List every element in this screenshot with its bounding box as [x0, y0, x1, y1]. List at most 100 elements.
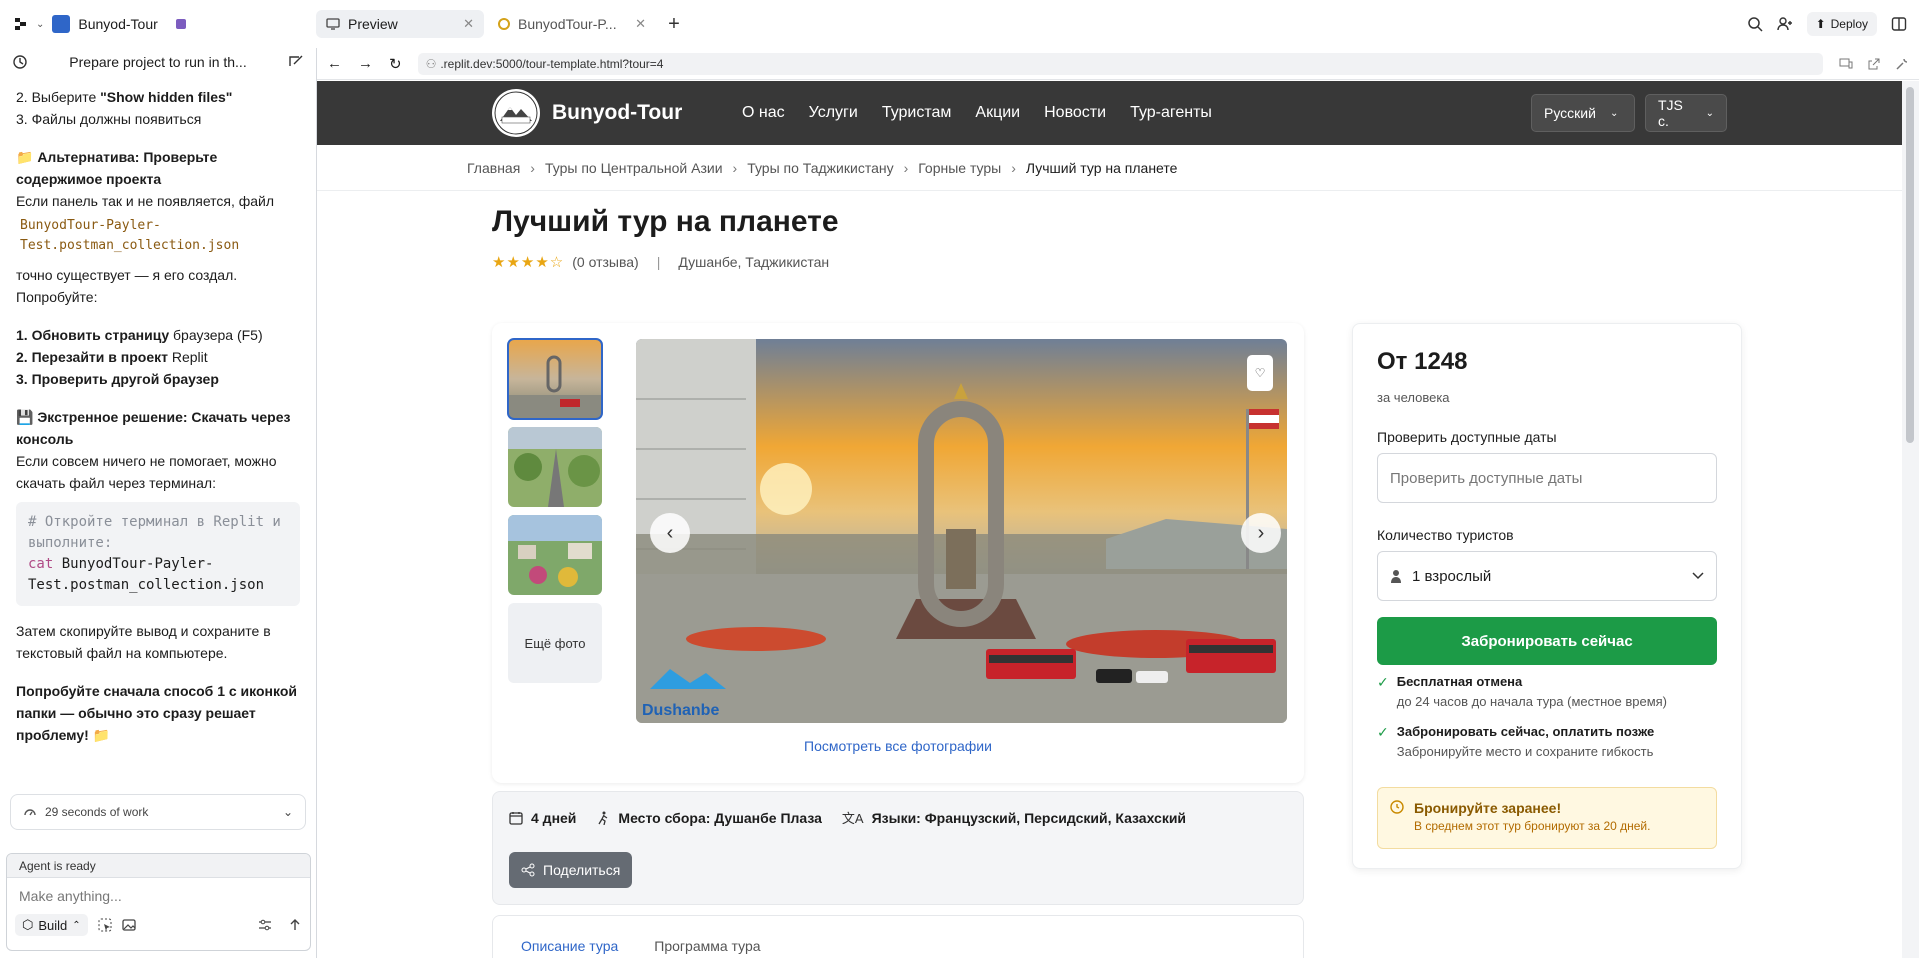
view-all-photos-link[interactable]: Посмотреть все фотографии	[492, 738, 1304, 754]
app-topbar: ⌄ Bunyod-Tour Preview ✕ BunyodTour-P... …	[0, 0, 1919, 48]
workspace-tabs: Preview ✕ BunyodTour-P... ✕ +	[316, 0, 688, 48]
chat-final: Попробуйте сначала способ 1 с иконкой па…	[16, 683, 297, 743]
nav-about[interactable]: О нас	[742, 104, 785, 122]
tour-facts: 4 дней Место сбора: Душанбе Плаза 文A Язы…	[493, 792, 1303, 827]
select-element-icon[interactable]	[98, 918, 112, 932]
chat-step: 2. Перезайти в проект Replit	[16, 349, 208, 365]
share-button[interactable]: Поделиться	[509, 852, 633, 888]
new-chat-icon[interactable]	[288, 54, 304, 70]
gallery-prev-button[interactable]: ‹	[650, 513, 690, 553]
nav-promotions[interactable]: Акции	[975, 104, 1020, 122]
link-icon: ⚇	[425, 56, 437, 71]
breadcrumb-home[interactable]: Главная	[467, 160, 520, 176]
agent-sidebar: Prepare project to run in th... 2. Выбер…	[0, 48, 316, 958]
build-mode-button[interactable]: ⬡ Build ⌃	[15, 914, 88, 936]
chat-line: 3. Файлы должны появиться	[16, 111, 202, 127]
nav-tourists[interactable]: Туристам	[882, 104, 952, 122]
image-attach-icon[interactable]	[122, 918, 136, 932]
tab-description[interactable]: Описание тура	[521, 938, 618, 958]
thumbnail-2[interactable]	[508, 427, 602, 507]
more-photos-button[interactable]: Ещё фото	[508, 603, 602, 683]
tour-tabs: Описание тура Программа тура	[492, 915, 1304, 958]
breadcrumb-mountain[interactable]: Горные туры	[918, 160, 1001, 176]
feature-title: Бесплатная отмена	[1396, 674, 1523, 689]
forward-arrow-icon[interactable]: →	[358, 55, 373, 72]
thumbnail-3[interactable]	[508, 515, 602, 595]
dates-input[interactable]: Проверить доступные даты	[1377, 453, 1717, 503]
history-icon[interactable]	[12, 54, 28, 70]
new-tab-button[interactable]: +	[660, 10, 688, 38]
languages-fact: 文A Языки: Французский, Персидский, Казах…	[842, 808, 1186, 827]
layout-panel-icon[interactable]	[1891, 16, 1907, 32]
tab-program[interactable]: Программа тура	[654, 938, 760, 958]
invite-user-icon[interactable]	[1776, 16, 1793, 32]
settings-sliders-icon[interactable]	[258, 918, 272, 932]
site-logo[interactable]	[492, 89, 540, 137]
wrench-icon[interactable]	[1895, 57, 1909, 71]
site-viewport: Bunyod-Tour О нас Услуги Туристам Акции …	[317, 81, 1903, 958]
chevron-down-icon: ⌄	[282, 805, 293, 819]
breadcrumb-separator: ›	[903, 159, 909, 176]
site-menu: О нас Услуги Туристам Акции Новости Тур-…	[742, 104, 1212, 122]
tab-file[interactable]: BunyodTour-P... ✕	[488, 10, 656, 38]
url-field[interactable]: ⚇ .replit.dev:5000/tour-template.html?to…	[417, 52, 1823, 75]
work-label: 29 seconds of work	[45, 805, 149, 819]
rating-stars: ★★★★☆	[492, 254, 565, 271]
check-icon: ✓	[1377, 724, 1389, 740]
agent-prompt-input[interactable]: Make anything...	[7, 878, 310, 914]
deploy-button[interactable]: ⬆ Deploy	[1806, 12, 1877, 36]
language-value: Русский	[1544, 105, 1596, 121]
translate-icon: 文A	[841, 811, 864, 826]
main-tour-photo[interactable]: Dushanbe ‹ › ♡	[636, 339, 1287, 723]
gallery-next-button[interactable]: ›	[1241, 513, 1281, 553]
nav-agents[interactable]: Тур-агенты	[1130, 104, 1212, 122]
duration-fact: 4 дней	[509, 808, 576, 827]
site-header: Bunyod-Tour О нас Услуги Туристам Акции …	[317, 81, 1903, 145]
devices-icon[interactable]	[1839, 57, 1853, 71]
nav-services[interactable]: Услуги	[809, 104, 858, 122]
page-title: Лучший тур на планете	[492, 205, 839, 238]
feature-free-cancel: ✓ Бесплатная отмена до 24 часов до начал…	[1377, 673, 1717, 711]
close-icon[interactable]: ✕	[463, 16, 474, 32]
tour-tabs-row: Описание тура Программа тура	[493, 916, 1303, 958]
book-now-button[interactable]: Забронировать сейчас	[1377, 617, 1717, 665]
breadcrumb-separator: ›	[1011, 159, 1016, 176]
breadcrumb-central-asia[interactable]: Туры по Центральной Азии	[545, 160, 723, 176]
language-select[interactable]: Русский ⌄	[1531, 94, 1635, 132]
external-link-icon[interactable]	[1867, 57, 1881, 71]
work-summary-toggle[interactable]: 29 seconds of work ⌄	[10, 794, 306, 830]
breadcrumb-separator: ›	[530, 159, 535, 176]
agent-controls: ⬡ Build ⌃	[7, 914, 310, 936]
scrollbar-thumb[interactable]	[1906, 87, 1914, 443]
heart-icon: ♡	[1254, 366, 1266, 380]
file-name-code: BunyodTour-Payler-Test.postman_collectio…	[20, 218, 240, 253]
project-name: Bunyod-Tour	[78, 16, 158, 32]
send-arrow-icon[interactable]	[288, 918, 302, 932]
breadcrumb-separator: ›	[732, 159, 738, 176]
close-icon[interactable]: ✕	[635, 16, 646, 32]
project-switcher[interactable]: ⌄ Bunyod-Tour	[0, 0, 316, 48]
code-block[interactable]: # Откройте терминал в Replit и выполните…	[16, 502, 300, 606]
reload-icon[interactable]: ↻	[389, 55, 402, 73]
chevron-up-icon: ⌃	[72, 919, 81, 931]
meeting-point-text: Место сбора: Душанбе Плаза	[618, 809, 822, 826]
tourists-select[interactable]: 1 взрослый	[1377, 551, 1717, 601]
deploy-label: Deploy	[1830, 17, 1868, 31]
preview-scrollbar[interactable]	[1902, 81, 1919, 958]
thumbnail-1[interactable]	[507, 338, 603, 420]
breadcrumb-tajikistan[interactable]: Туры по Таджикистану	[747, 160, 893, 176]
nav-news[interactable]: Новости	[1044, 104, 1106, 122]
search-icon[interactable]	[1747, 16, 1763, 32]
chevron-down-icon: ⌄	[36, 18, 45, 30]
back-arrow-icon[interactable]: ←	[327, 55, 342, 72]
favorite-button[interactable]: ♡	[1247, 355, 1273, 391]
book-early-notice: Бронируйте заранее! В среднем этот тур б…	[1377, 787, 1717, 849]
feature-pay-later: ✓ Забронировать сейчас, оплатить позже З…	[1377, 723, 1717, 761]
tab-preview[interactable]: Preview ✕	[316, 10, 484, 38]
currency-select[interactable]: TJS с. ⌄	[1645, 94, 1727, 132]
reviews-count[interactable]: (0 отзыва)	[572, 254, 638, 270]
monitor-icon	[326, 18, 340, 30]
json-file-icon	[498, 18, 510, 30]
feature-subtitle: Забронируйте место и сохраните гибкость	[1396, 744, 1654, 759]
site-brand[interactable]: Bunyod-Tour	[552, 101, 742, 125]
